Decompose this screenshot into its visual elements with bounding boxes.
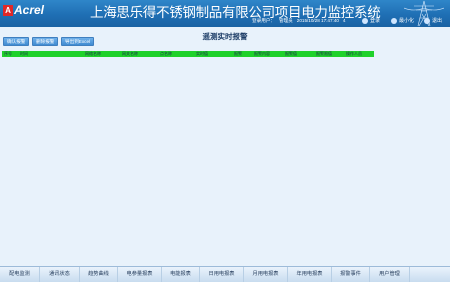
login-label: 登录 [370, 18, 381, 24]
user-name: 管理员 [278, 18, 293, 23]
minimize-button[interactable]: 最小化 [391, 17, 414, 24]
weekday: 4 [342, 18, 346, 23]
confirm-alarm-button[interactable]: 确认报警 [3, 37, 30, 46]
tab-yearly-report[interactable]: 年用电报表 [288, 267, 332, 282]
logo-text: Acrel [14, 3, 45, 17]
exit-button[interactable]: 退出 [424, 17, 442, 24]
tab-comm-status[interactable]: 通讯状态 [40, 267, 80, 282]
minimize-icon [391, 17, 397, 24]
bottom-nav: 配电监测 通讯状态 趋势曲线 电参量报表 电能报表 日用电报表 月用电报表 年用… [0, 266, 450, 282]
logo-mark: A [3, 4, 13, 16]
tab-trend-curve[interactable]: 趋势曲线 [80, 267, 118, 282]
datetime: 2015/10/28 17:47:40 [296, 18, 339, 23]
exit-icon [424, 17, 430, 24]
tab-distribution-monitor[interactable]: 配电监测 [0, 267, 40, 282]
tab-user-management[interactable]: 用户管理 [370, 267, 410, 282]
user-icon [362, 17, 368, 24]
tab-electric-report[interactable]: 电参量报表 [118, 267, 162, 282]
export-excel-button[interactable]: 导出到Excel [61, 37, 95, 46]
user-label: 登录用户： [252, 18, 275, 23]
tab-daily-report[interactable]: 日用电报表 [200, 267, 244, 282]
delete-alarm-button[interactable]: 删除报警 [32, 37, 59, 46]
tab-monthly-report[interactable]: 月用电报表 [244, 267, 288, 282]
tab-energy-report[interactable]: 电能报表 [162, 267, 200, 282]
login-button[interactable]: 登录 [362, 17, 380, 24]
header-bar: A Acrel 上海思乐得不锈钢制品有限公司项目电力监控系统 登录用户： 管理员 2… [0, 0, 450, 27]
user-info: 登录用户： 管理员 2015/10/28 17:47:40 4 [252, 18, 350, 24]
alarm-table-body [2, 57, 446, 265]
minimize-label: 最小化 [399, 18, 415, 24]
tab-alarm-events[interactable]: 报警事件 [332, 267, 370, 282]
app-window: A Acrel 上海思乐得不锈钢制品有限公司项目电力监控系统 登录用户： 管理员 2… [0, 0, 450, 282]
acrel-logo: A Acrel [3, 3, 44, 17]
exit-label: 退出 [432, 18, 443, 24]
